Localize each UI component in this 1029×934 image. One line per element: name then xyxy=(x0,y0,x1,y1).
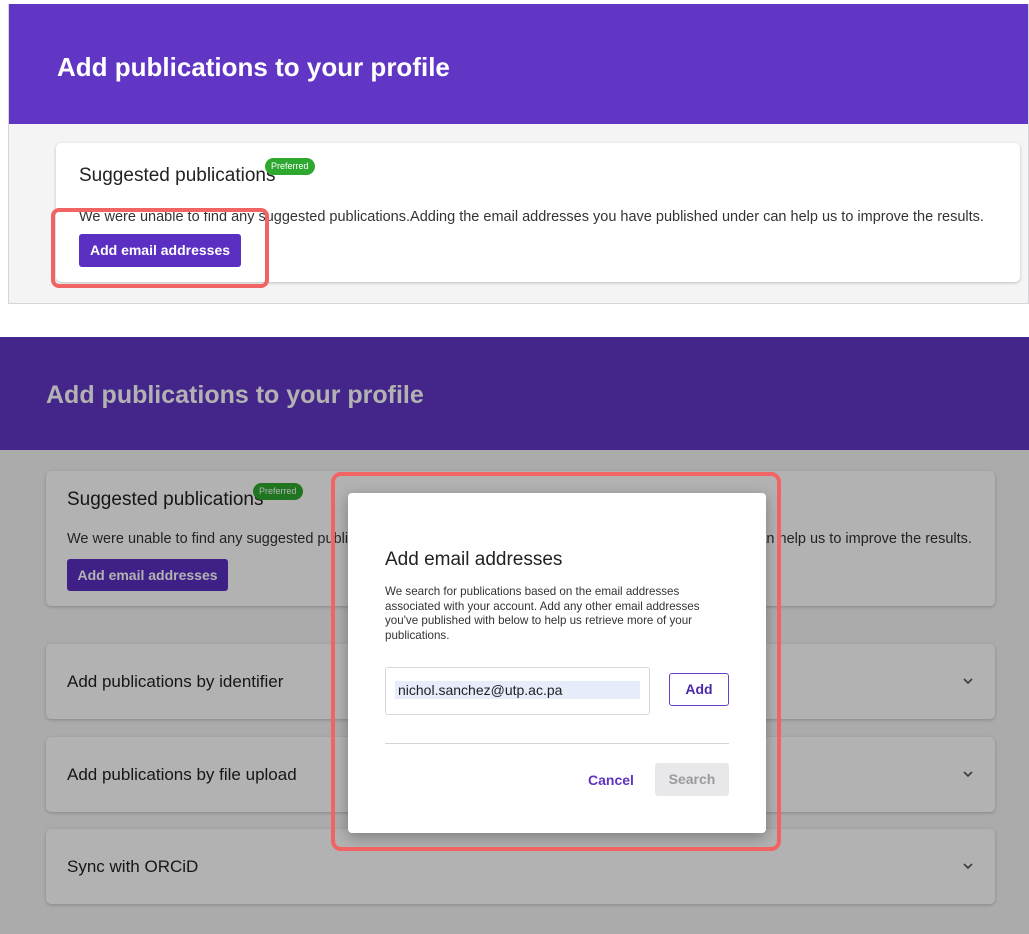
suggested-publications-message: We were unable to find any suggested pub… xyxy=(79,209,984,225)
suggested-publications-title: Suggested publications xyxy=(79,165,276,186)
dialog-divider xyxy=(385,743,729,744)
add-email-button[interactable]: Add xyxy=(669,673,729,706)
dialog-title: Add email addresses xyxy=(385,549,563,570)
search-button[interactable]: Search xyxy=(655,763,729,796)
page-title: Add publications to your profile xyxy=(57,52,450,82)
top-screenshot-panel: Add publications to your profile Suggest… xyxy=(8,4,1029,304)
dialog-description: We search for publications based on the … xyxy=(385,585,700,642)
email-field-wrapper xyxy=(385,667,650,715)
add-email-addresses-button[interactable]: Add email addresses xyxy=(79,234,241,267)
page-header: Add publications to your profile xyxy=(9,4,1028,124)
add-email-addresses-dialog: Add email addresses We search for public… xyxy=(348,493,766,833)
cancel-button[interactable]: Cancel xyxy=(588,772,634,788)
bottom-screenshot-panel: Add publications to your profile Suggest… xyxy=(0,337,1029,934)
preferred-badge: Preferred xyxy=(265,158,315,175)
suggested-publications-card: Suggested publications Preferred We were… xyxy=(56,143,1020,282)
email-field[interactable] xyxy=(395,681,640,699)
